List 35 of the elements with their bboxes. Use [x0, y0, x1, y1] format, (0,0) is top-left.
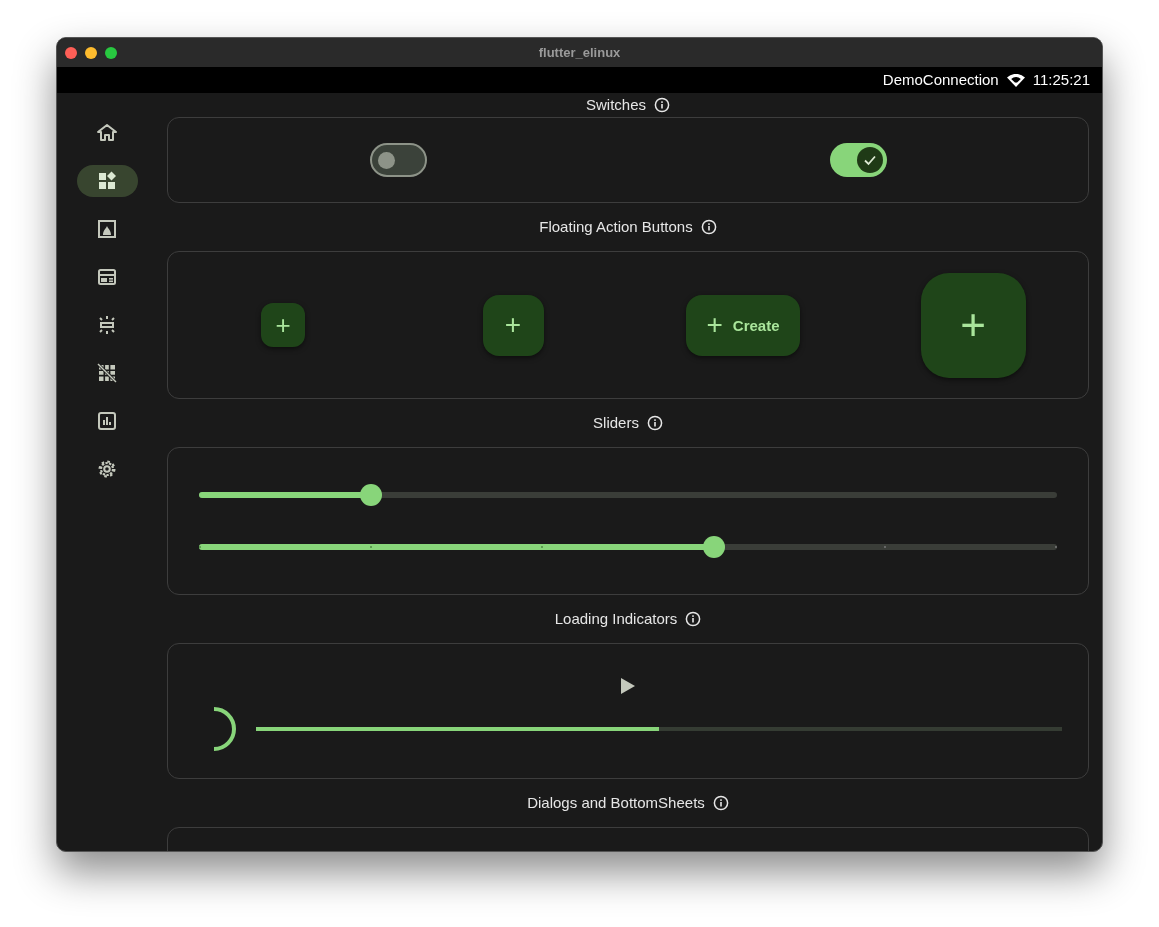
- add-button[interactable]: +: [261, 303, 305, 347]
- section-title: Sliders: [593, 412, 639, 433]
- info-icon[interactable]: [700, 219, 717, 235]
- window-title: flutter_elinux: [538, 43, 621, 62]
- play-icon: [621, 678, 635, 694]
- create-button[interactable]: + Create: [686, 294, 800, 356]
- section-title: Dialogs and BottomSheets: [527, 792, 705, 813]
- checkmark-icon: [862, 153, 877, 167]
- slider-thumb[interactable]: [702, 536, 725, 558]
- section-title: Floating Action Buttons: [539, 216, 693, 237]
- info-icon[interactable]: [654, 97, 670, 113]
- wifi-icon: [1006, 73, 1025, 87]
- toggle-switch[interactable]: [829, 143, 887, 177]
- info-icon[interactable]: [685, 611, 702, 627]
- nav-item[interactable]: [76, 165, 138, 197]
- info-icon[interactable]: [646, 415, 663, 431]
- grid-off-icon: [95, 361, 119, 385]
- minimize-button[interactable]: [85, 46, 97, 59]
- close-button[interactable]: [65, 46, 77, 59]
- network-name: DemoConnection: [882, 69, 999, 90]
- section-title: Loading Indicators: [554, 608, 678, 629]
- clock-time: 11:25:21: [1032, 69, 1090, 90]
- slider[interactable]: [199, 536, 1057, 558]
- info-icon[interactable]: [712, 795, 729, 811]
- add-button[interactable]: +: [920, 272, 1026, 378]
- bar-chart-icon: [95, 409, 119, 433]
- play-button[interactable]: [620, 678, 636, 694]
- zoom-button[interactable]: [105, 46, 117, 59]
- slider[interactable]: [199, 484, 1057, 506]
- circular-progress-indicator: [212, 707, 236, 751]
- toggle-switch[interactable]: [369, 143, 427, 177]
- section-title: Switches: [586, 94, 646, 115]
- add-button[interactable]: +: [482, 294, 544, 356]
- slider-thumb[interactable]: [359, 484, 382, 506]
- picture-frame-icon: [95, 217, 119, 241]
